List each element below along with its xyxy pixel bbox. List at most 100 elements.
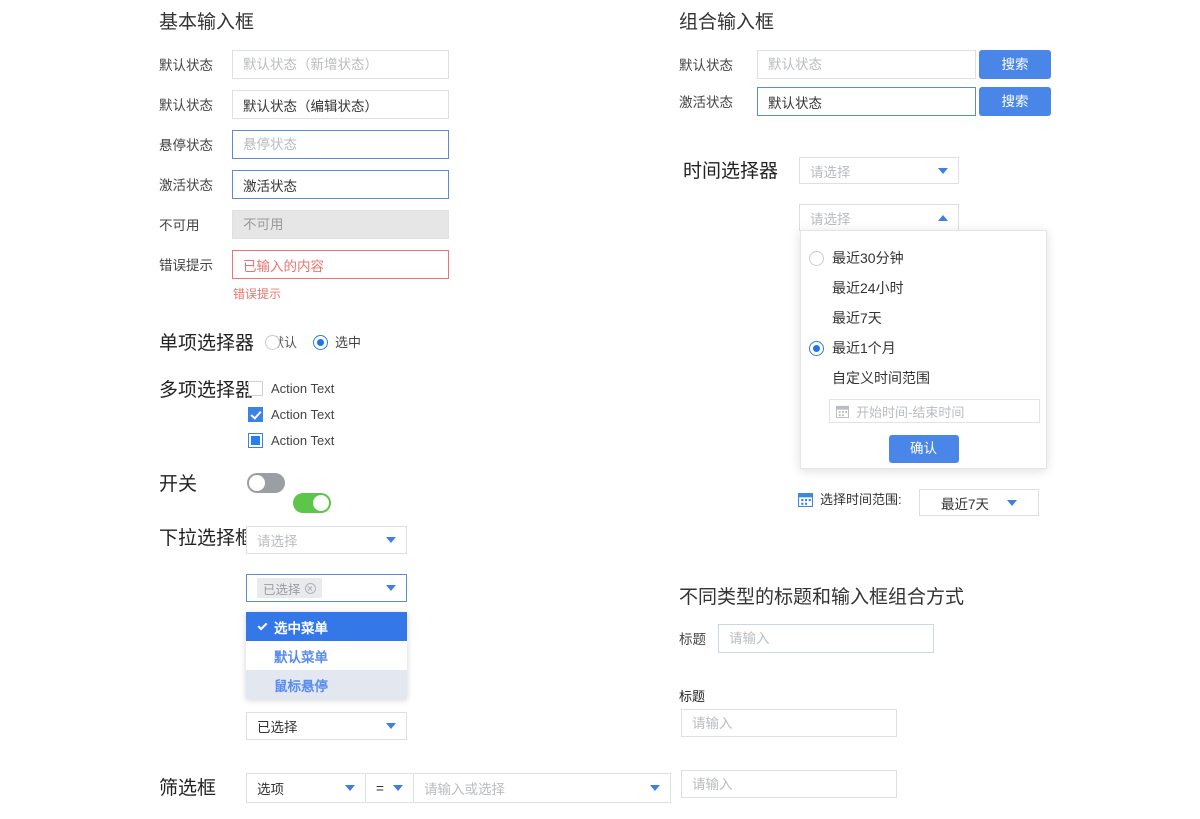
chevron-up-icon (938, 215, 948, 221)
filter-operator-value: = (376, 781, 387, 796)
filter-value-select[interactable]: 请输入或选择 (414, 774, 670, 802)
section-title-title-input-combo: 不同类型的标题和输入框组合方式 (679, 588, 964, 607)
time-picker-expanded-trigger[interactable]: 请选择 (799, 204, 959, 231)
field-label-error: 错误提示 (159, 259, 213, 273)
section-title-filter-box: 筛选框 (159, 779, 216, 798)
time-option-1month[interactable]: 最近1个月 (809, 333, 1046, 363)
input-error-state[interactable] (232, 250, 449, 279)
chevron-down-icon (386, 585, 396, 591)
input-default-new[interactable] (232, 50, 449, 79)
menu-item-label: 默认菜单 (274, 646, 328, 666)
combo-input-default[interactable] (757, 50, 976, 79)
switch-knob (313, 495, 329, 511)
inline-input[interactable] (718, 624, 934, 653)
tag-chip-label: 已选择 (263, 579, 301, 598)
select-selected-value[interactable]: 已选择 (246, 712, 407, 740)
section-title-basic-input: 基本输入框 (159, 13, 254, 32)
chevron-down-icon (650, 785, 660, 791)
switch-on[interactable] (293, 493, 331, 513)
time-option-label: 最近24小时 (832, 278, 904, 298)
search-button-active[interactable]: 搜索 (979, 87, 1051, 116)
select-with-tag[interactable]: 已选择 (246, 574, 407, 602)
section-title-radio-group: 单项选择器 (159, 334, 254, 353)
check-icon (258, 621, 268, 631)
checkbox-label-3: Action Text (271, 434, 334, 447)
chevron-down-icon (386, 723, 396, 729)
checkbox-label-2: Action Text (271, 408, 334, 421)
time-picker-panel: 最近30分钟 最近24小时 最近7天 最近1个月 自定义时间范围 开始 (800, 230, 1047, 469)
checkbox-option-2[interactable]: Action Text (248, 407, 334, 422)
bare-input[interactable] (681, 770, 897, 798)
close-circle-icon[interactable] (305, 583, 316, 594)
custom-range-placeholder: 开始时间-结束时间 (856, 402, 964, 421)
filter-field-select[interactable]: 选项 (247, 774, 365, 802)
select-dropdown-menu: 选中菜单 默认菜单 鼠标悬停 (246, 612, 407, 699)
field-label-hover: 悬停状态 (159, 139, 213, 153)
radio-icon-checked (809, 341, 824, 356)
time-range-select[interactable]: 最近7天 (919, 489, 1039, 516)
filter-value-placeholder: 请输入或选择 (424, 778, 644, 798)
time-option-30min[interactable]: 最近30分钟 (809, 243, 1046, 273)
radio-icon-unchecked (809, 251, 824, 266)
calendar-icon (836, 405, 849, 418)
field-label-default-new: 默认状态 (159, 59, 213, 73)
menu-item-label: 鼠标悬停 (274, 675, 328, 695)
menu-item-hover[interactable]: 鼠标悬停 (246, 670, 407, 699)
select-value: 已选择 (257, 716, 380, 736)
chevron-down-icon (1007, 500, 1017, 506)
time-picker-collapsed[interactable]: 请选择 (799, 157, 959, 184)
time-range-row: 选择时间范围: (798, 492, 902, 507)
radio-icon-unchecked (265, 335, 280, 350)
chevron-down-icon (393, 785, 403, 791)
radio-option-default[interactable]: 默认 (265, 335, 297, 350)
time-option-24h[interactable]: 最近24小时 (809, 273, 1046, 303)
page-root: 基本输入框 默认状态 默认状态 悬停状态 激活状态 不可用 错误提示 错误提示 … (0, 0, 1200, 819)
combo-input-active[interactable] (757, 87, 976, 116)
filter-box: 选项 = 请输入或选择 (246, 773, 671, 803)
radio-label-selected: 选中 (335, 336, 361, 349)
filter-field-value: 选项 (257, 778, 339, 798)
field-label-default-edit: 默认状态 (159, 99, 213, 113)
radio-icon-checked (313, 335, 328, 350)
select-placeholder[interactable]: 请选择 (246, 526, 407, 554)
time-picker-collapsed-value: 请选择 (810, 161, 932, 181)
stacked-input[interactable] (681, 709, 897, 737)
checkbox-icon-unchecked (248, 381, 263, 396)
filter-operator-select[interactable]: = (366, 774, 413, 802)
menu-item-label: 选中菜单 (274, 617, 328, 637)
section-title-select-group: 下拉选择框 (159, 529, 254, 548)
section-title-checkbox-group: 多项选择器 (159, 381, 254, 400)
checkbox-option-1[interactable]: Action Text (248, 381, 334, 396)
chevron-down-icon (386, 537, 396, 543)
chevron-down-icon (345, 785, 355, 791)
time-option-label: 最近7天 (832, 308, 882, 328)
input-active-state[interactable] (232, 170, 449, 199)
switch-off[interactable] (247, 473, 285, 493)
checkbox-icon-checked (248, 407, 263, 422)
chevron-down-icon (938, 168, 948, 174)
switch-knob (249, 475, 265, 491)
input-hover-state[interactable] (232, 130, 449, 159)
custom-range-input[interactable]: 开始时间-结束时间 (829, 399, 1040, 423)
checkbox-option-3[interactable]: Action Text (248, 433, 334, 448)
time-option-custom[interactable]: 自定义时间范围 (809, 363, 1046, 393)
error-message: 错误提示 (233, 288, 281, 300)
input-disabled-state (232, 210, 449, 239)
confirm-button[interactable]: 确认 (889, 435, 959, 463)
section-title-combo-input: 组合输入框 (679, 13, 774, 32)
tag-chip[interactable]: 已选择 (257, 578, 322, 598)
time-option-label: 最近30分钟 (832, 248, 904, 268)
stacked-input-label: 标题 (679, 690, 705, 703)
time-option-label: 最近1个月 (832, 338, 896, 358)
combo-label-active: 激活状态 (679, 96, 733, 110)
checkbox-label-1: Action Text (271, 382, 334, 395)
time-option-7d[interactable]: 最近7天 (809, 303, 1046, 333)
search-button-default[interactable]: 搜索 (979, 50, 1051, 79)
time-picker-expanded-value: 请选择 (810, 208, 932, 228)
section-title-time-picker: 时间选择器 (683, 162, 778, 181)
section-title-switch-group: 开关 (159, 475, 197, 494)
menu-item-selected[interactable]: 选中菜单 (246, 612, 407, 641)
menu-item-default[interactable]: 默认菜单 (246, 641, 407, 670)
radio-option-selected[interactable]: 选中 (313, 335, 361, 350)
input-default-edit[interactable] (232, 90, 449, 119)
